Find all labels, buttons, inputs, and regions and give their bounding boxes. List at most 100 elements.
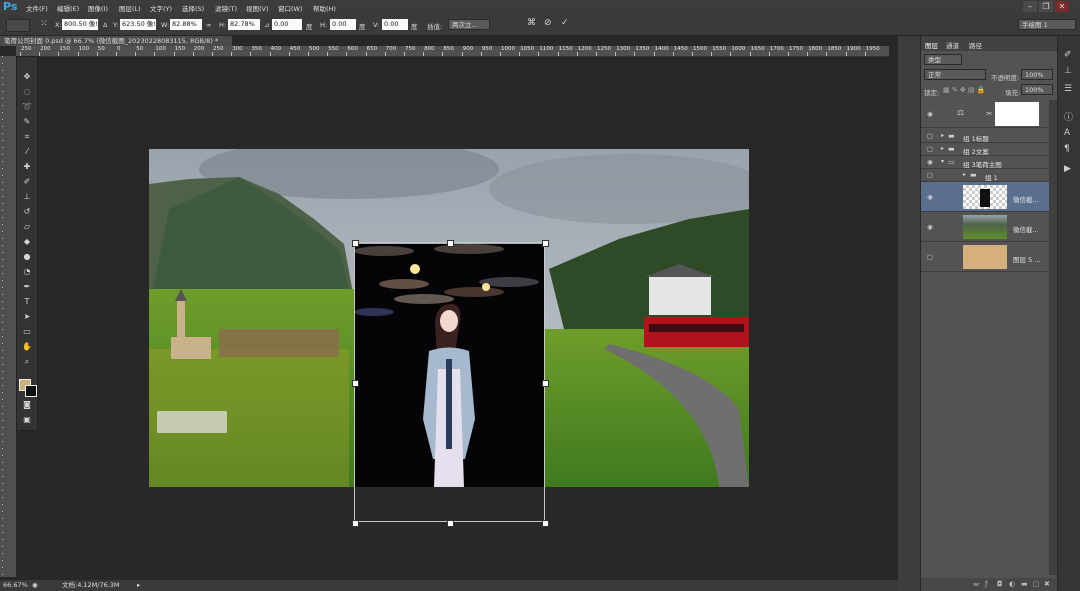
status-info-icon[interactable]: ◉ (32, 580, 38, 591)
layer-row-adjustment[interactable]: ◉ ⚖ ⫘ (921, 100, 1049, 128)
pen-tool-icon[interactable]: ✒ (21, 281, 33, 293)
actions-icon[interactable]: ▶ (1064, 164, 1071, 174)
paint-bucket-tool-icon[interactable]: ◆ (21, 236, 33, 248)
height-field[interactable]: 82.78% (228, 19, 260, 30)
reference-point-icon[interactable]: ⁙ (40, 19, 51, 30)
eraser-tool-icon[interactable]: ▱ (21, 221, 33, 233)
visibility-eye-icon[interactable]: ◉ (926, 158, 934, 166)
quick-select-tool-icon[interactable]: ✎ (21, 116, 33, 128)
transform-handle-bl[interactable] (352, 520, 359, 527)
brush-tool-icon[interactable]: ✐ (21, 176, 33, 188)
close-button[interactable]: ✕ (1055, 1, 1069, 12)
transform-handle-mr[interactable] (542, 380, 549, 387)
new-adjustment-icon[interactable]: ◐ (1009, 578, 1015, 591)
dodge-tool-icon[interactable]: ◔ (21, 266, 33, 278)
visibility-toggle-icon[interactable]: ▢ (926, 132, 934, 140)
move-tool-icon[interactable]: ✥ (21, 71, 33, 83)
new-group-icon[interactable]: ▬ (1021, 578, 1028, 591)
tab-channels[interactable]: 通道 (946, 40, 959, 50)
path-select-tool-icon[interactable]: ➤ (21, 311, 33, 323)
transform-bounding-box[interactable] (354, 242, 545, 522)
layer-group-main-image[interactable]: ◉ ▾ ▭ 组 3笔荷主图 (921, 156, 1049, 169)
opacity-field[interactable]: 100% (1021, 69, 1053, 80)
transform-handle-br[interactable] (542, 520, 549, 527)
adjustments-icon[interactable]: ☰ (1064, 84, 1072, 94)
visibility-eye-icon[interactable]: ◉ (926, 193, 934, 201)
x-field[interactable]: 800.50 像! (62, 19, 98, 30)
restore-button[interactable]: ❐ (1039, 1, 1053, 12)
chain-icon[interactable]: ⫘ (986, 109, 992, 118)
brush-panel-icon[interactable]: ✐ (1064, 50, 1072, 60)
link-layers-icon[interactable]: ⫘ (973, 578, 979, 591)
layer-row-background[interactable]: ▢ 图层 5 ... (921, 242, 1049, 272)
clone-source-icon[interactable]: ⊥ (1064, 66, 1072, 76)
blend-mode-select[interactable]: 正常 (924, 69, 986, 80)
document-tab[interactable]: 笔荷公司封面 0.psd @ 66.7% (微信截图_2023022808311… (0, 36, 232, 46)
menu-edit[interactable]: 编辑(E) (57, 3, 79, 13)
menu-image[interactable]: 图像(I) (88, 3, 108, 13)
delete-layer-icon[interactable]: ✖ (1044, 578, 1050, 591)
eyedropper-tool-icon[interactable]: ⁄ (21, 146, 33, 158)
background-color-swatch[interactable] (25, 385, 37, 397)
layer-group-copy[interactable]: ▢ ▸ ▬ 组 2文案 (921, 143, 1049, 156)
menu-select[interactable]: 选择(S) (182, 3, 204, 13)
layer-group-title[interactable]: ▢ ▸ ▬ 组 1标题 (921, 130, 1049, 143)
screen-mode-icon[interactable]: ▣ (21, 414, 33, 426)
history-brush-tool-icon[interactable]: ↺ (21, 206, 33, 218)
blur-tool-icon[interactable]: ● (21, 251, 33, 263)
zoom-tool-icon[interactable]: ⌕ (21, 356, 33, 368)
fill-field[interactable]: 100% (1021, 84, 1053, 95)
shape-tool-icon[interactable]: ▭ (21, 326, 33, 338)
menu-type[interactable]: 文字(Y) (150, 3, 172, 13)
link-icon[interactable]: ∞ (206, 21, 211, 29)
cancel-transform-icon[interactable]: ⊘ (544, 18, 552, 28)
angle-field[interactable]: 0.00 (272, 19, 302, 30)
transform-handle-tr[interactable] (542, 240, 549, 247)
zoom-level[interactable]: 66.67% (3, 580, 28, 591)
menu-layer[interactable]: 图层(L) (119, 3, 141, 13)
fx-icon[interactable]: ƒ (985, 578, 987, 591)
tab-layers[interactable]: 图层 (925, 40, 938, 50)
menu-filter[interactable]: 滤镜(T) (215, 3, 237, 13)
visibility-toggle-icon[interactable]: ▢ (926, 253, 934, 261)
visibility-eye-icon[interactable]: ◉ (926, 223, 934, 231)
interpolation-select[interactable]: 两次立... (448, 19, 490, 30)
layer-kind-filter[interactable]: 类型 (924, 54, 962, 65)
info-icon[interactable]: ⓘ (1064, 110, 1073, 123)
expand-arrow-icon[interactable]: ▸ (963, 171, 966, 178)
minimize-button[interactable]: – (1023, 1, 1037, 12)
collapse-arrow-icon[interactable]: ▾ (941, 158, 944, 165)
layer-row-landscape[interactable]: ◉ 微信截... (921, 212, 1049, 242)
character-icon[interactable]: A (1064, 128, 1070, 138)
y-field[interactable]: 623.50 像! (120, 19, 156, 30)
paragraph-icon[interactable]: ¶ (1064, 144, 1070, 154)
healing-tool-icon[interactable]: ✚ (21, 161, 33, 173)
clone-stamp-tool-icon[interactable]: ⊥ (21, 191, 33, 203)
type-tool-icon[interactable]: T (21, 296, 33, 308)
layers-scrollbar[interactable] (1049, 100, 1057, 575)
vskew-field[interactable]: 0.00 (382, 19, 408, 30)
status-arrow-icon[interactable]: ▸ (137, 580, 140, 591)
menu-window[interactable]: 窗口(W) (278, 3, 303, 13)
expand-arrow-icon[interactable]: ▸ (941, 145, 944, 152)
lock-icons[interactable]: ▦ ✎ ✥ ▤ 🔒 (943, 86, 986, 94)
layer-mask-thumbnail[interactable] (995, 102, 1039, 126)
commit-transform-icon[interactable]: ✓ (561, 18, 569, 28)
hskew-field[interactable]: 0.00 (330, 19, 356, 30)
transform-handle-ml[interactable] (352, 380, 359, 387)
transform-handle-tl[interactable] (352, 240, 359, 247)
tab-paths[interactable]: 路径 (969, 40, 982, 50)
transform-handle-bc[interactable] (447, 520, 454, 527)
new-layer-icon[interactable]: ▢ (1033, 578, 1040, 591)
visibility-toggle-icon[interactable]: ▢ (926, 171, 934, 179)
layer-row-selected[interactable]: ◉ 微信截... (921, 182, 1049, 212)
add-mask-icon[interactable]: ◘ (997, 578, 1003, 591)
width-field[interactable]: 82.88% (170, 19, 202, 30)
menu-view[interactable]: 视图(V) (246, 3, 269, 13)
crop-tool-icon[interactable]: ⌗ (21, 131, 33, 143)
hand-tool-icon[interactable]: ✋ (21, 341, 33, 353)
transform-handle-tc[interactable] (447, 240, 454, 247)
menu-file[interactable]: 文件(F) (26, 3, 48, 13)
marquee-tool-icon[interactable]: ◌ (21, 86, 33, 98)
lasso-tool-icon[interactable]: ➰ (21, 101, 33, 113)
